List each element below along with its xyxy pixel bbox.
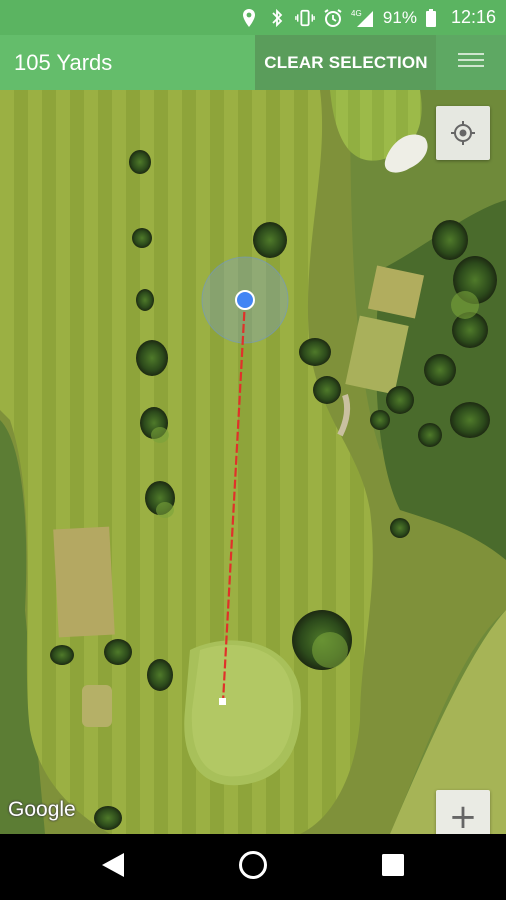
- hamburger-menu-button[interactable]: [436, 35, 506, 90]
- home-icon: [238, 850, 268, 885]
- zoom-in-button[interactable]: +: [436, 790, 490, 834]
- back-icon: [100, 851, 126, 884]
- recents-icon: [381, 853, 405, 882]
- home-button[interactable]: [213, 834, 293, 900]
- clear-selection-button[interactable]: CLEAR SELECTION: [255, 35, 437, 90]
- hamburger-menu-icon: [458, 51, 484, 74]
- battery-percent: 91%: [382, 7, 417, 27]
- satellite-map[interactable]: + − Google: [0, 90, 506, 834]
- network-type: 4G: [351, 9, 362, 18]
- phone-screen: 4G 91% 12:16 105 Yards CLEAR SELECTION +…: [0, 0, 506, 900]
- back-button[interactable]: [73, 834, 153, 900]
- status-bar: 4G 91% 12:16: [0, 0, 506, 35]
- user-location-marker: [235, 290, 255, 310]
- location-icon: [239, 8, 259, 28]
- recents-button[interactable]: [353, 834, 433, 900]
- zoom-controls: + −: [436, 790, 490, 834]
- bluetooth-icon: [267, 8, 287, 28]
- google-attribution-logo: Google: [8, 798, 76, 821]
- app-bar: 105 Yards CLEAR SELECTION: [0, 35, 506, 90]
- golf-hole-satellite-image: [0, 90, 506, 834]
- vibrate-icon: [295, 8, 315, 28]
- distance-title: 105 Yards: [14, 50, 113, 75]
- clock-time: 12:16: [450, 7, 496, 27]
- crosshair-location-icon: [450, 120, 476, 146]
- my-location-button[interactable]: [436, 106, 490, 160]
- alarm-icon: [323, 8, 343, 28]
- battery-icon: [425, 8, 437, 28]
- system-nav-bar: [0, 834, 506, 900]
- signal-icon: 4G: [351, 8, 375, 28]
